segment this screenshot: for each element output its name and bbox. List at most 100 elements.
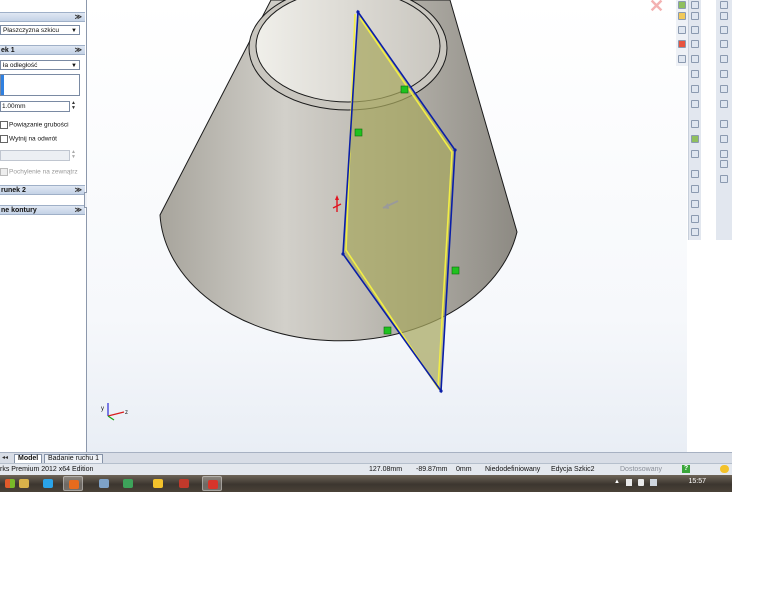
system-tray: ▲ 15:57 xyxy=(592,475,732,492)
checkbox-box xyxy=(0,168,8,176)
volume-icon[interactable] xyxy=(638,479,644,486)
windows-taskbar: ▲ 15:57 xyxy=(0,475,732,492)
model-view[interactable]: y z xyxy=(87,0,687,452)
triad-y-label: y xyxy=(101,406,104,412)
sketch-point[interactable] xyxy=(439,389,443,393)
sketch-point[interactable] xyxy=(453,148,457,152)
tool-icon[interactable] xyxy=(691,185,699,193)
tool-icon[interactable] xyxy=(691,55,699,63)
tool-icon[interactable] xyxy=(691,100,699,108)
tool-icon[interactable] xyxy=(720,55,728,63)
status-bar: rks Premium 2012 x64 Edition 127.08mm -8… xyxy=(0,463,732,475)
view-orientation-icon[interactable] xyxy=(678,1,686,9)
taskbar-button[interactable] xyxy=(38,476,58,491)
clock[interactable]: 15:57 xyxy=(688,478,706,485)
tool-icon[interactable] xyxy=(691,26,699,34)
tool-icon[interactable] xyxy=(720,85,728,93)
link-thickness-checkbox[interactable]: Powiązanie grubości xyxy=(0,121,69,129)
scene-icon[interactable] xyxy=(678,55,686,63)
expand-chevron-icon[interactable]: ≫ xyxy=(75,186,82,196)
section-header-direction1[interactable]: ek 1 ≫ xyxy=(0,45,85,55)
file-explorer-icon xyxy=(19,479,29,488)
end-condition-dropdown[interactable]: ła odległość ▼ xyxy=(0,60,80,70)
network-icon[interactable] xyxy=(650,479,657,486)
sketch-point[interactable] xyxy=(341,252,345,256)
property-manager: ≫ Płaszczyzna szkicu ▼ ek 1 ≫ ła odległo… xyxy=(0,0,89,452)
sketch-plane-dropdown[interactable]: Płaszczyzna szkicu ▼ xyxy=(0,25,80,35)
x-coordinate: 127.08mm xyxy=(369,466,403,473)
taskbar-button[interactable] xyxy=(118,476,138,491)
sketch-point[interactable] xyxy=(356,10,360,14)
graphics-area[interactable]: y z xyxy=(87,0,687,452)
tool-icon[interactable] xyxy=(691,215,699,223)
tool-icon[interactable] xyxy=(691,40,699,48)
taskbar-button[interactable] xyxy=(63,476,83,491)
customize-status[interactable]: Dostosowany xyxy=(620,464,662,475)
section-header-contours[interactable]: ne kontury ≫ xyxy=(0,205,85,215)
tool-icon[interactable] xyxy=(691,170,699,178)
scroll-left-icon[interactable]: ◂◂ xyxy=(2,454,8,461)
coordinate-triad: y z xyxy=(101,403,128,421)
view-toolbar xyxy=(676,0,688,66)
skype-icon xyxy=(43,479,53,488)
tool-icon[interactable] xyxy=(720,120,728,128)
tool-icon[interactable] xyxy=(691,120,699,128)
close-sketch-icon[interactable]: ✕ xyxy=(649,0,664,17)
taskbar-button[interactable] xyxy=(174,476,194,491)
selection-highlight xyxy=(1,75,4,95)
tool-icon[interactable] xyxy=(720,12,728,20)
expand-chevron-icon[interactable]: ≫ xyxy=(75,206,82,216)
collapse-chevron-icon[interactable]: ≫ xyxy=(75,13,82,23)
help-icon[interactable]: ? xyxy=(682,465,690,473)
section-header-from[interactable]: ≫ xyxy=(0,12,85,22)
dropdown-arrow-icon: ▼ xyxy=(71,63,77,69)
flag-icon[interactable] xyxy=(626,479,632,486)
parallel-relation-icon[interactable] xyxy=(400,85,409,94)
vertical-relation-icon[interactable] xyxy=(354,128,363,137)
taskbar-button[interactable] xyxy=(148,476,168,491)
tool-icon[interactable] xyxy=(691,70,699,78)
taskbar-button[interactable] xyxy=(94,476,114,491)
open-folder-icon[interactable] xyxy=(678,12,686,20)
appearance-icon[interactable] xyxy=(678,40,686,48)
reverse-cut-label: Wytnij na odwrót xyxy=(9,135,57,143)
tool-icon[interactable] xyxy=(720,40,728,48)
tool-icon[interactable] xyxy=(720,1,728,9)
taskbar-button[interactable] xyxy=(14,476,34,491)
display-style-icon[interactable] xyxy=(678,26,686,34)
tool-icon[interactable] xyxy=(720,160,728,168)
tool-icon[interactable] xyxy=(720,175,728,183)
show-hidden-icons[interactable]: ▲ xyxy=(614,479,620,485)
tool-icon[interactable] xyxy=(720,70,728,78)
end-condition-value: ła odległość xyxy=(3,62,38,69)
bottom-tabs: ◂◂ Model Badanie ruchu 1 xyxy=(0,452,732,464)
tool-icon[interactable] xyxy=(691,85,699,93)
parallel-relation-icon[interactable] xyxy=(383,326,392,335)
tool-icon[interactable] xyxy=(691,1,699,9)
tool-icon[interactable] xyxy=(691,200,699,208)
collapse-chevron-icon[interactable]: ≫ xyxy=(75,46,82,56)
depth-spinner[interactable]: ▲ ▼ xyxy=(71,101,76,111)
tool-icon[interactable] xyxy=(720,135,728,143)
reverse-cut-checkbox[interactable]: Wytnij na odwrót xyxy=(0,135,57,143)
taskbar-button[interactable] xyxy=(202,476,222,491)
section-header-direction2[interactable]: runek 2 ≫ xyxy=(0,185,85,195)
draft-angle-input xyxy=(0,150,70,161)
tool-icon[interactable] xyxy=(691,150,699,158)
tool-icon[interactable] xyxy=(691,12,699,20)
relation-tool-icon[interactable] xyxy=(691,135,699,143)
tool-icon xyxy=(99,479,109,488)
tool-icon[interactable] xyxy=(691,228,699,236)
vertical-relation-icon[interactable] xyxy=(451,266,460,275)
tool-icon[interactable] xyxy=(720,26,728,34)
selection-box[interactable] xyxy=(0,74,80,96)
tool-icon[interactable] xyxy=(720,150,728,158)
checkbox-box[interactable] xyxy=(0,135,8,143)
recycle-icon xyxy=(123,479,133,488)
notification-icon[interactable] xyxy=(720,465,729,473)
tool-icon[interactable] xyxy=(720,100,728,108)
dropdown-arrow-icon: ▼ xyxy=(71,28,77,34)
depth-input[interactable]: 1.00mm xyxy=(0,101,70,112)
checkbox-box[interactable] xyxy=(0,121,8,129)
draft-spinner: ▲ ▼ xyxy=(71,149,76,160)
